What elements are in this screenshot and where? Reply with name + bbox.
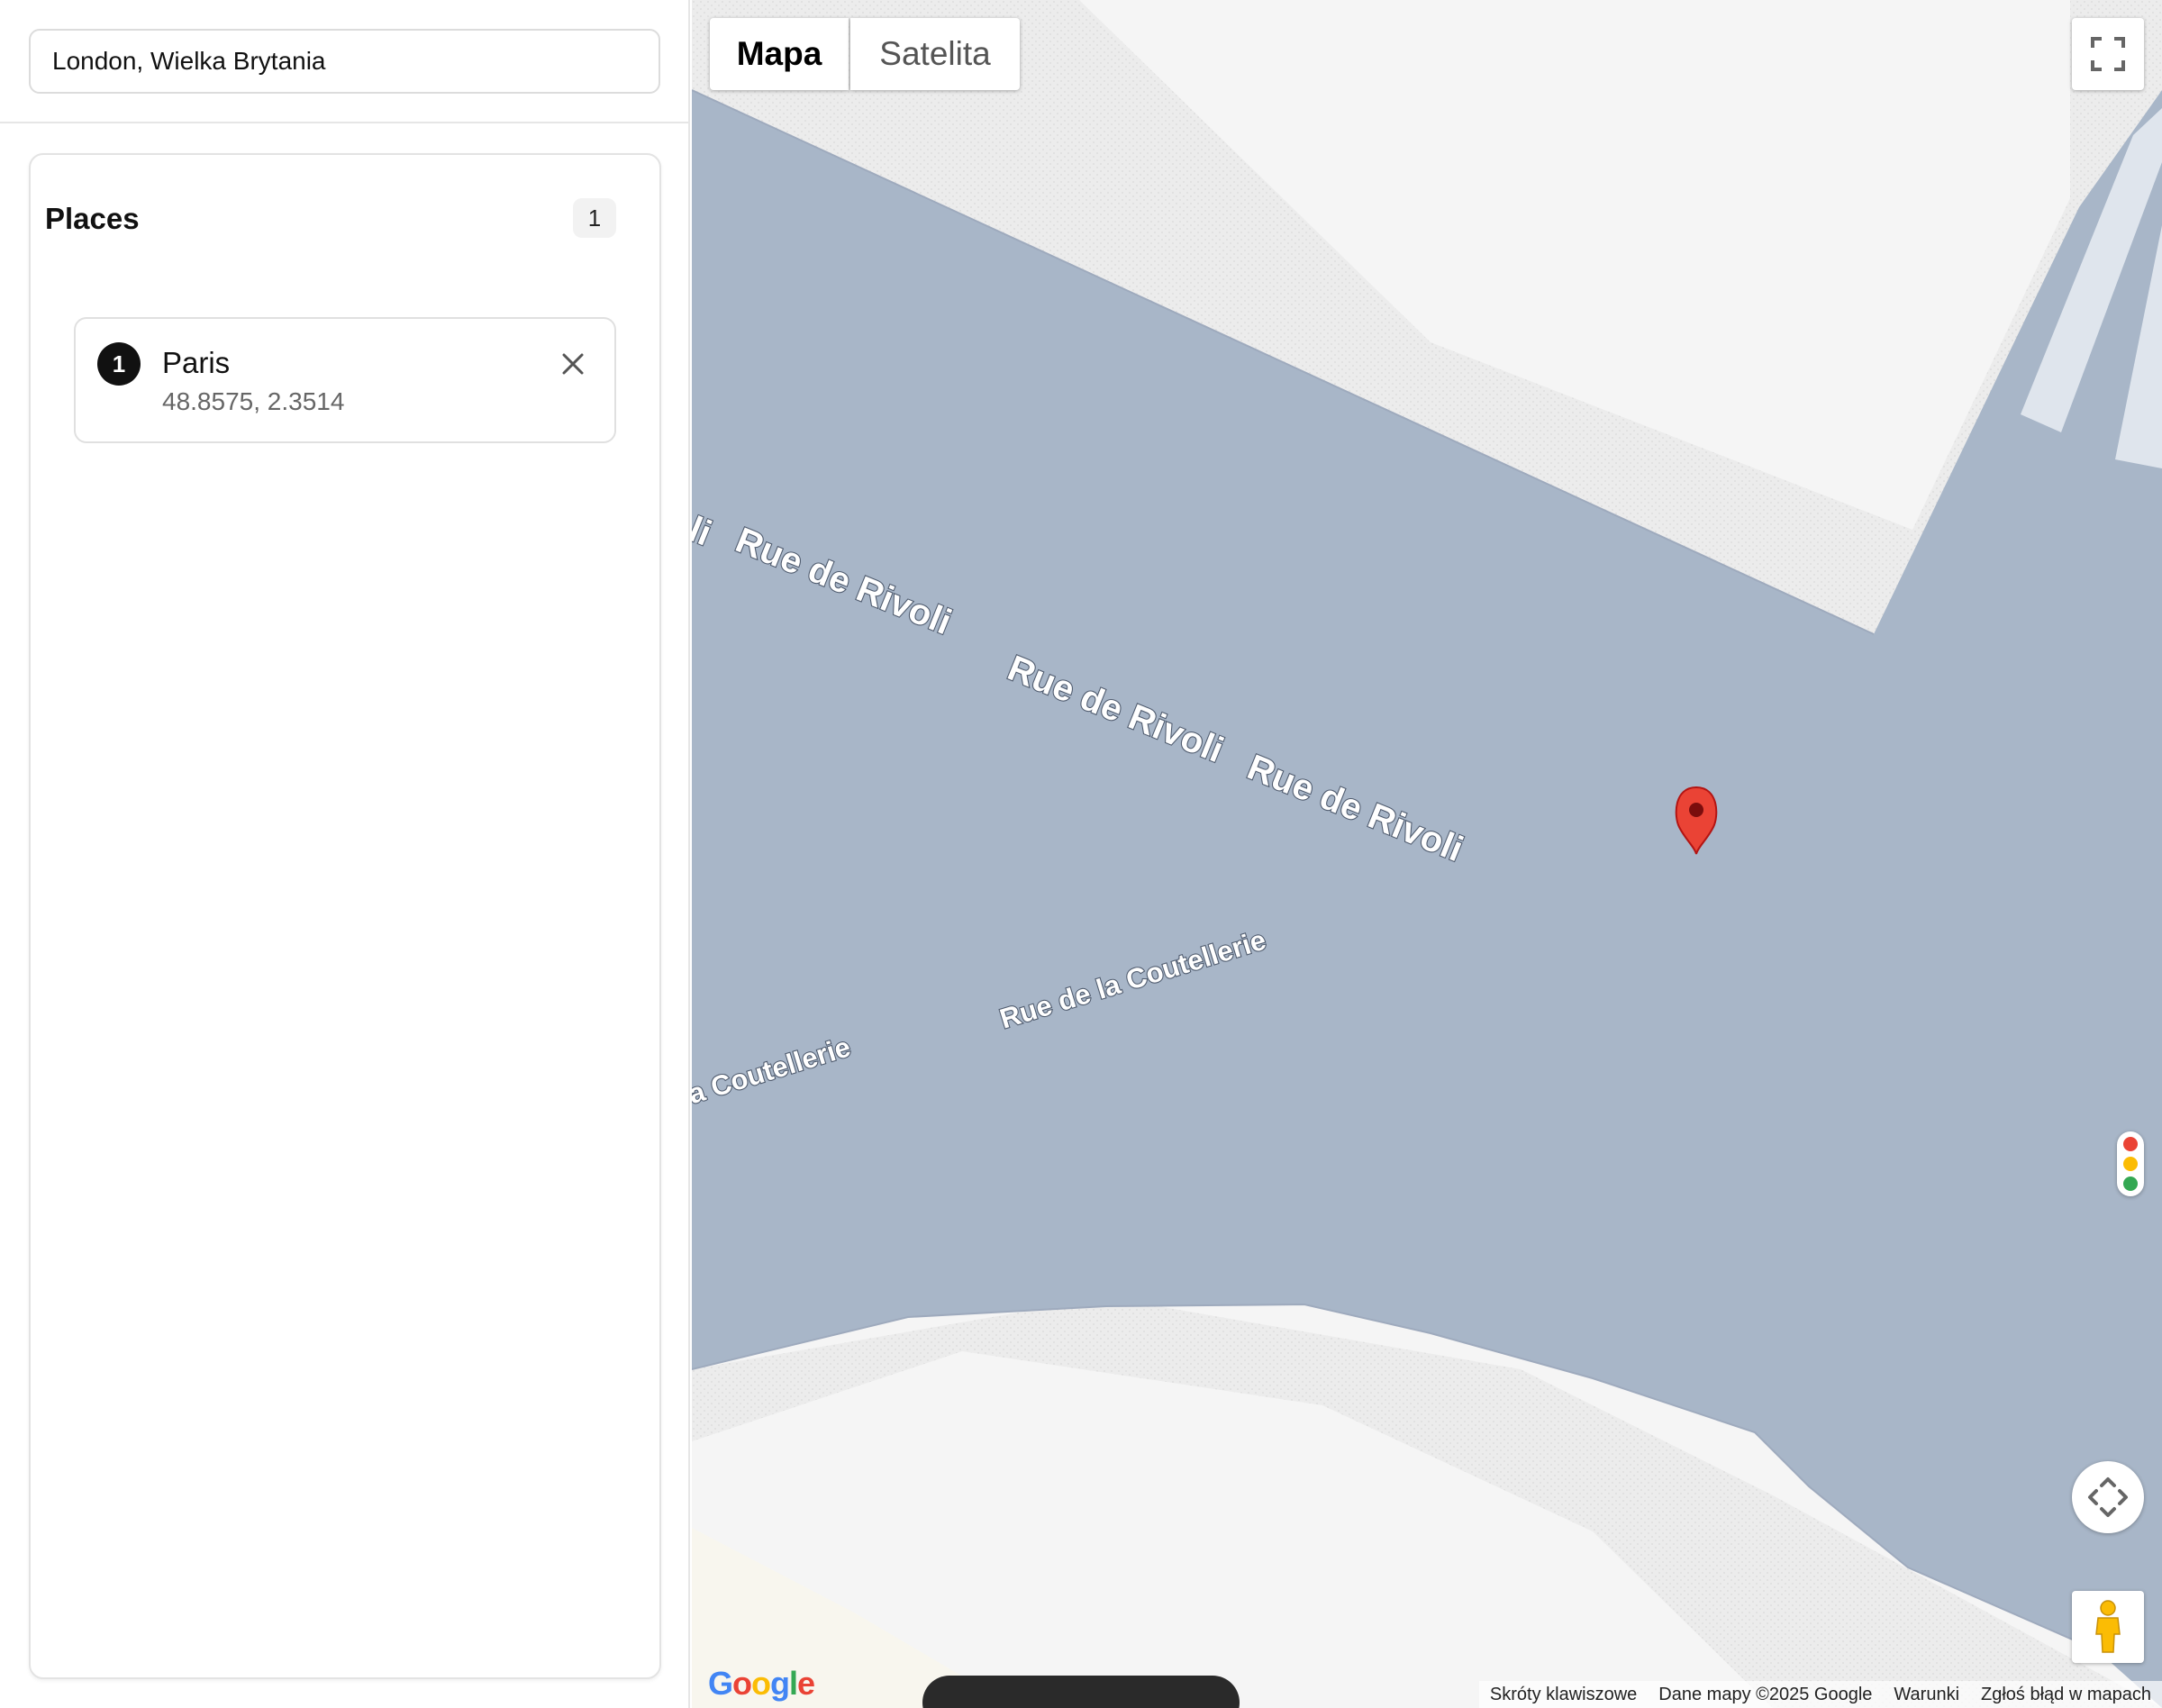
traffic-light-icon[interactable] xyxy=(2117,1131,2144,1196)
close-icon xyxy=(562,353,584,375)
pan-control-button[interactable] xyxy=(2072,1461,2144,1533)
map-type-map-button[interactable]: Mapa xyxy=(710,18,849,90)
fullscreen-icon xyxy=(2091,37,2125,71)
search-input[interactable] xyxy=(29,29,660,94)
pegman-icon xyxy=(2095,1600,2121,1653)
place-number-badge: 1 xyxy=(97,342,141,386)
report-error-link[interactable]: Zgłoś błąd w mapach xyxy=(1970,1685,2162,1705)
fullscreen-button[interactable] xyxy=(2072,18,2144,90)
terms-link[interactable]: Warunki xyxy=(1883,1685,1970,1705)
sidebar: Places 1 1 Paris 48.8575, 2.3514 xyxy=(0,0,690,1708)
map-attribution: Skróty klawiszowe Dane mapy ©2025 Google… xyxy=(1478,1681,2162,1708)
pan-control-icon xyxy=(2088,1477,2128,1517)
place-list-item[interactable]: 1 Paris 48.8575, 2.3514 xyxy=(74,317,616,443)
keyboard-shortcuts-link[interactable]: Skróty klawiszowe xyxy=(1479,1685,1648,1705)
map-data-credit: Dane mapy ©2025 Google xyxy=(1658,1684,1873,1704)
search-bar xyxy=(0,0,688,123)
map-type-satellite-button[interactable]: Satelita xyxy=(850,18,1020,90)
places-title: Places xyxy=(45,202,140,235)
place-name: Paris xyxy=(162,346,231,379)
street-view-pegman-button[interactable] xyxy=(2072,1591,2144,1663)
place-coordinates: 48.8575, 2.3514 xyxy=(162,387,345,415)
map-canvas[interactable]: li Rue de Rivoli Rue de Rivoli Rue de Ri… xyxy=(692,0,2162,1708)
google-logo: Google xyxy=(708,1665,815,1702)
map-tiles: li Rue de Rivoli Rue de Rivoli Rue de Ri… xyxy=(692,0,2162,1708)
places-count-badge: 1 xyxy=(573,198,616,238)
remove-place-button[interactable] xyxy=(555,346,591,382)
map-toolbar[interactable] xyxy=(922,1676,1240,1708)
